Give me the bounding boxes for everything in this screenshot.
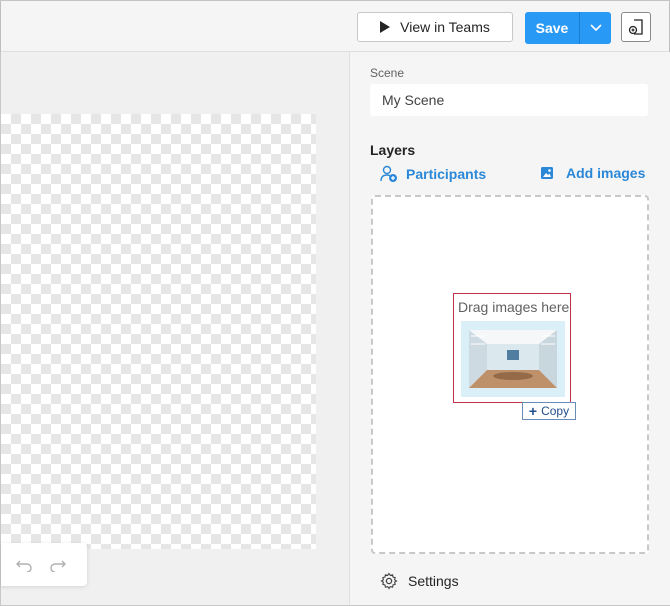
- drag-preview: Drag images here: [453, 293, 571, 403]
- save-button[interactable]: Save: [525, 12, 611, 44]
- play-icon: [380, 21, 391, 33]
- participants-icon: [380, 165, 397, 182]
- gear-icon: [380, 572, 398, 590]
- add-images-link[interactable]: Add images: [540, 165, 645, 181]
- redo-icon[interactable]: [49, 558, 67, 572]
- save-label: Save: [535, 20, 569, 36]
- participants-link[interactable]: Participants: [380, 165, 486, 183]
- drop-hint-text: Drag images here: [458, 299, 570, 315]
- top-toolbar: View in Teams Save: [1, 1, 669, 51]
- undo-icon[interactable]: [15, 558, 33, 572]
- chevron-down-icon: [589, 24, 602, 32]
- layers-title: Layers: [370, 142, 416, 158]
- scene-label: Scene: [370, 66, 405, 80]
- scene-canvas-area: [1, 52, 349, 605]
- view-in-teams-label: View in Teams: [400, 19, 490, 35]
- room-image: [469, 330, 557, 388]
- settings-button[interactable]: Settings: [380, 572, 459, 590]
- settings-label: Settings: [408, 573, 459, 589]
- participants-label: Participants: [406, 166, 487, 182]
- view-in-teams-button[interactable]: View in Teams: [357, 12, 513, 42]
- scene-canvas[interactable]: [1, 114, 316, 549]
- properties-panel: Scene Layers Participants Add images Dra…: [349, 52, 670, 605]
- add-images-label: Add images: [566, 165, 646, 181]
- image-icon: [541, 167, 553, 179]
- copy-drag-badge: + Copy: [522, 402, 576, 420]
- image-drop-zone[interactable]: Drag images here + Copy: [371, 195, 649, 554]
- export-button[interactable]: [621, 12, 651, 42]
- plus-icon: +: [528, 403, 538, 419]
- save-options-button[interactable]: [579, 12, 611, 44]
- copy-label: Copy: [541, 404, 570, 418]
- export-icon: [628, 19, 643, 35]
- undo-redo-panel: [1, 543, 87, 586]
- dragged-image-thumbnail: [461, 321, 565, 397]
- scene-name-input[interactable]: [370, 84, 648, 116]
